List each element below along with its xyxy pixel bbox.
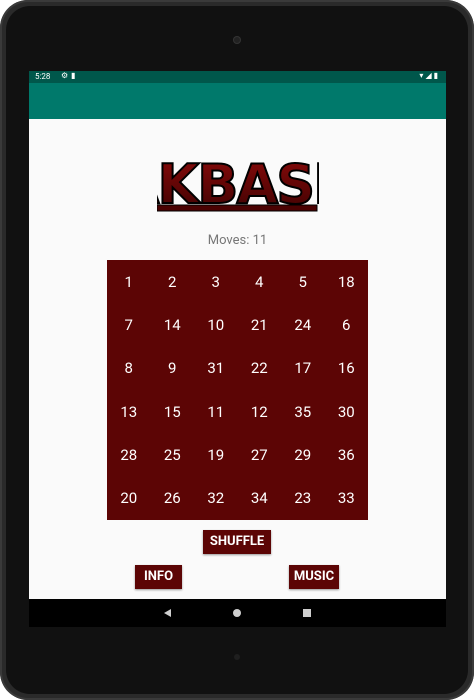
logo-text: AKBASH: [157, 153, 319, 215]
puzzle-tile[interactable]: 23: [281, 477, 325, 520]
puzzle-tile[interactable]: 1: [107, 260, 151, 303]
puzzle-tile[interactable]: 33: [325, 477, 369, 520]
puzzle-tile[interactable]: 15: [151, 390, 195, 433]
puzzle-tile[interactable]: 30: [325, 390, 369, 433]
puzzle-tile[interactable]: 25: [151, 433, 195, 476]
home-icon[interactable]: [230, 606, 244, 620]
puzzle-tile[interactable]: 24: [281, 303, 325, 346]
puzzle-tile[interactable]: 7: [107, 303, 151, 346]
info-button[interactable]: INFO: [135, 565, 182, 589]
puzzle-tile[interactable]: 18: [325, 260, 369, 303]
front-camera: [233, 36, 241, 44]
puzzle-tile[interactable]: 35: [281, 390, 325, 433]
puzzle-tile[interactable]: 10: [194, 303, 238, 346]
main-content: AKBASH Moves: 11 12345187141021246893122…: [29, 119, 446, 599]
puzzle-tile[interactable]: 4: [238, 260, 282, 303]
status-bar: 5:28 ⚙ ▮ ▾◢▮: [29, 71, 446, 83]
puzzle-tile[interactable]: 22: [238, 347, 282, 390]
puzzle-tile[interactable]: 14: [151, 303, 195, 346]
puzzle-tile[interactable]: 5: [281, 260, 325, 303]
microphone: [234, 654, 240, 660]
puzzle-tile[interactable]: 11: [194, 390, 238, 433]
akbash-logo: AKBASH: [157, 152, 319, 215]
puzzle-tile[interactable]: 32: [194, 477, 238, 520]
recent-apps-icon[interactable]: [300, 606, 314, 620]
puzzle-tile[interactable]: 17: [281, 347, 325, 390]
app-bar: [29, 83, 446, 119]
back-icon[interactable]: [161, 606, 175, 620]
puzzle-tile[interactable]: 26: [151, 477, 195, 520]
puzzle-tile[interactable]: 8: [107, 347, 151, 390]
puzzle-tile[interactable]: 6: [325, 303, 369, 346]
settings-icon: ⚙: [61, 71, 69, 80]
puzzle-tile[interactable]: 29: [281, 433, 325, 476]
moves-counter: Moves: 11: [207, 233, 268, 248]
puzzle-tile[interactable]: 19: [194, 433, 238, 476]
sdcard-icon: ▮: [71, 71, 76, 80]
puzzle-tile[interactable]: 3: [194, 260, 238, 303]
status-time: 5:28: [35, 72, 51, 81]
puzzle-tile[interactable]: 13: [107, 390, 151, 433]
status-right-icons: ▾◢▮: [419, 71, 440, 80]
tablet-frame: 5:28 ⚙ ▮ ▾◢▮ AKBASH Moves: 11 1234518714…: [0, 0, 474, 700]
shuffle-button[interactable]: SHUFFLE: [203, 530, 271, 554]
screen: 5:28 ⚙ ▮ ▾◢▮ AKBASH Moves: 11 1234518714…: [29, 71, 446, 627]
puzzle-tile[interactable]: 20: [107, 477, 151, 520]
puzzle-grid: 1 2 3 4 5 18 7 14 10 21 24 6 8 9 31 22 17 16 13 15 11 12 35 30 2…: [107, 260, 368, 520]
puzzle-tile[interactable]: 31: [194, 347, 238, 390]
puzzle-tile[interactable]: 34: [238, 477, 282, 520]
puzzle-tile[interactable]: 28: [107, 433, 151, 476]
puzzle-tile[interactable]: 16: [325, 347, 369, 390]
music-button[interactable]: MUSIC: [289, 565, 339, 589]
puzzle-tile[interactable]: 2: [151, 260, 195, 303]
puzzle-tile[interactable]: 36: [325, 433, 369, 476]
puzzle-tile[interactable]: 9: [151, 347, 195, 390]
puzzle-tile[interactable]: 21: [238, 303, 282, 346]
puzzle-tile[interactable]: 27: [238, 433, 282, 476]
navigation-bar: [29, 599, 446, 627]
puzzle-tile[interactable]: 12: [238, 390, 282, 433]
